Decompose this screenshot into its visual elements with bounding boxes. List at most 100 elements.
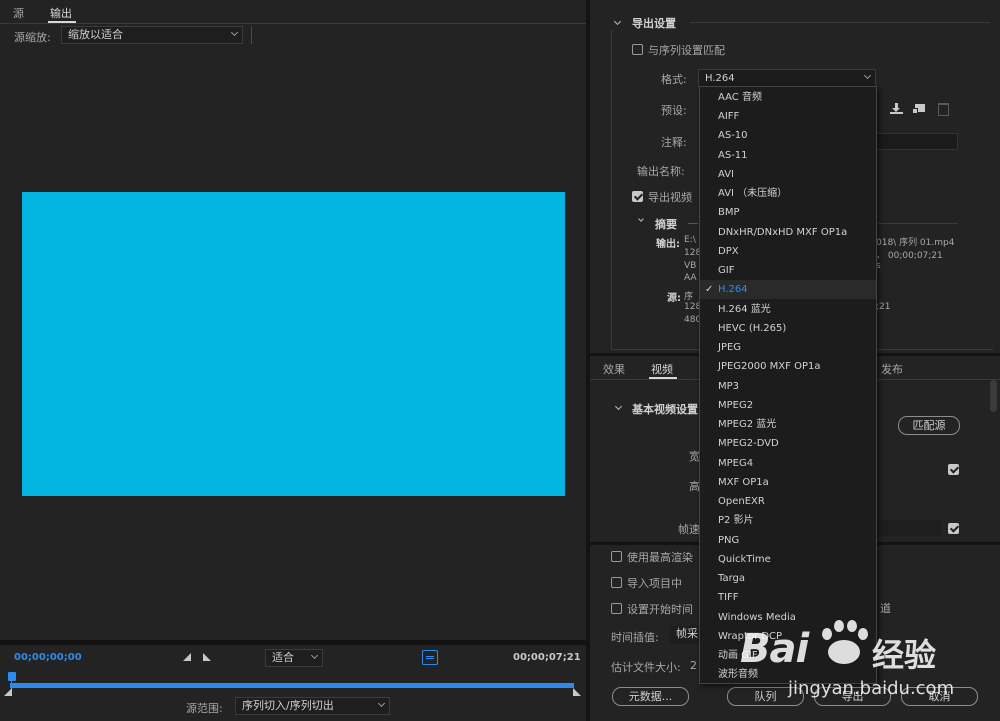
summary-title: 摘要 — [655, 218, 677, 231]
format-menu-item[interactable]: GIF — [700, 261, 876, 280]
timecode-end: 00;00;07;21 — [513, 652, 581, 663]
save-preset-icon[interactable] — [890, 103, 903, 115]
time-interp-dropdown[interactable]: 帧采 — [670, 626, 700, 644]
summary-output-label: 输出: — [656, 239, 680, 250]
max-render-label: 使用最高渲染 — [627, 551, 693, 564]
set-out-point-icon[interactable] — [203, 653, 211, 661]
summary-output-line: AA — [684, 273, 697, 283]
format-menu-item[interactable]: TIFF — [700, 588, 876, 607]
format-menu-item[interactable]: MP3 — [700, 377, 876, 396]
summary-source-label: 源: — [667, 293, 681, 304]
source-scale-label: 源缩放: — [14, 31, 51, 44]
summary-output-line: VB — [684, 261, 697, 271]
section-divider — [690, 22, 990, 23]
format-menu-item[interactable]: QuickTime — [700, 550, 876, 569]
file-size-label: 估计文件大小: — [611, 661, 681, 674]
set-start-time-checkbox[interactable] — [611, 603, 622, 614]
summary-source-line: 序 — [684, 292, 694, 302]
format-menu-item[interactable]: AIFF — [700, 107, 876, 126]
file-size-value: 2 — [690, 659, 697, 672]
export-video-label: 导出视频 — [648, 191, 692, 204]
max-render-checkbox[interactable] — [611, 551, 622, 562]
width-checkbox[interactable] — [948, 464, 959, 475]
match-sequence-checkbox[interactable] — [632, 44, 643, 55]
format-menu-item[interactable]: JPEG2000 MXF OP1a — [700, 357, 876, 376]
tab-video[interactable]: 视频 — [651, 361, 673, 377]
comments-label: 注释: — [661, 136, 687, 149]
tab-source[interactable]: 源 — [13, 5, 24, 21]
delete-preset-icon[interactable] — [938, 103, 949, 116]
output-preview — [22, 192, 565, 496]
format-menu-item[interactable]: AAC 音频 — [700, 88, 876, 107]
set-start-time-label: 设置开始时间 — [627, 603, 693, 616]
output-name-label: 输出名称: — [637, 165, 685, 178]
format-menu-item[interactable]: JPEG — [700, 338, 876, 357]
import-project-checkbox[interactable] — [611, 577, 622, 588]
format-menu: AAC 音频 AIFF AS-10 AS-11 AVI AVI （未压缩） BM… — [699, 86, 877, 684]
watermark: Bai 经验 jingyan.baidu.com — [740, 612, 990, 712]
format-dropdown[interactable]: H.264 — [698, 69, 876, 87]
frame-rate-dropdown[interactable] — [876, 520, 942, 536]
set-in-point-icon[interactable] — [183, 653, 191, 661]
format-menu-item[interactable]: MXF OP1a — [700, 473, 876, 492]
timecode-start[interactable]: 00;00;00;00 — [14, 652, 82, 663]
tab-publish[interactable]: 发布 — [881, 361, 903, 377]
format-menu-item[interactable]: AS-11 — [700, 146, 876, 165]
format-menu-item[interactable]: AVI — [700, 165, 876, 184]
time-interp-label: 时间插值: — [611, 631, 659, 644]
format-menu-item[interactable]: H.264 蓝光 — [700, 300, 876, 319]
format-menu-item[interactable]: MPEG2-DVD — [700, 434, 876, 453]
format-menu-item[interactable]: DPX — [700, 242, 876, 261]
metadata-button[interactable]: 元数据... — [612, 687, 689, 706]
format-menu-item[interactable]: AVI （未压缩） — [700, 184, 876, 203]
source-scale-value: 缩放以适合 — [68, 28, 123, 41]
source-range-label: 源范围: — [186, 702, 223, 715]
format-menu-item[interactable]: MPEG4 — [700, 454, 876, 473]
format-menu-item-label: H.264 — [718, 284, 748, 295]
summary-output-line: ， 00;00;07;21 — [876, 251, 943, 261]
export-settings-title: 导出设置 — [632, 17, 676, 30]
chevron-down-icon — [230, 28, 239, 37]
format-menu-item[interactable]: MPEG2 蓝光 — [700, 415, 876, 434]
watermark-url: jingyan.baidu.com — [788, 678, 955, 699]
format-menu-item[interactable]: P2 影片 — [700, 511, 876, 530]
format-menu-item-selected[interactable]: ✓ H.264 — [700, 280, 876, 300]
format-menu-item[interactable]: DNxHR/DNxHD MXF OP1a — [700, 223, 876, 242]
format-menu-item[interactable]: OpenEXR — [700, 492, 876, 511]
chevron-down-icon — [863, 71, 872, 80]
format-menu-item[interactable]: MPEG2 — [700, 396, 876, 415]
tab-output[interactable]: 输出 — [50, 5, 72, 21]
settings-scrollbar[interactable] — [990, 380, 997, 412]
tab-effects[interactable]: 效果 — [603, 361, 625, 377]
source-range-dropdown[interactable]: 序列切入/序列切出 — [235, 697, 390, 715]
aspect-ratio-icon[interactable] — [422, 650, 438, 665]
summary-divider — [688, 223, 698, 224]
source-range-value: 序列切入/序列切出 — [242, 699, 334, 712]
tabs-divider — [0, 23, 586, 24]
frame-rate-checkbox[interactable] — [948, 523, 959, 534]
summary-source-line: ;21 — [876, 302, 891, 312]
watermark-brand: Bai — [740, 626, 809, 672]
playhead-handle[interactable] — [8, 672, 16, 681]
format-menu-item[interactable]: BMP — [700, 203, 876, 222]
format-menu-item[interactable]: PNG — [700, 531, 876, 550]
match-source-button[interactable]: 匹配源 — [898, 416, 960, 435]
format-menu-item[interactable]: AS-10 — [700, 126, 876, 145]
format-label: 格式: — [661, 73, 687, 86]
summary-output-line: E:\ — [684, 235, 696, 245]
source-scale-dropdown[interactable]: 缩放以适合 — [61, 26, 243, 44]
timeline-track[interactable] — [10, 683, 574, 688]
comments-input[interactable] — [868, 133, 958, 150]
in-marker-icon[interactable] — [4, 688, 12, 696]
import-preset-icon[interactable] — [912, 103, 926, 115]
chevron-down-icon — [310, 651, 319, 660]
format-menu-item[interactable]: Targa — [700, 569, 876, 588]
toolbar-separator — [251, 26, 252, 44]
format-menu-item[interactable]: HEVC (H.265) — [700, 319, 876, 338]
frame-rate-label: 帧速 — [678, 523, 700, 536]
export-video-checkbox[interactable] — [632, 191, 643, 202]
out-marker-icon[interactable] — [573, 688, 581, 696]
chevron-down-icon — [377, 699, 386, 708]
zoom-dropdown[interactable]: 适合 — [265, 649, 323, 667]
video-settings-title: 基本视频设置 — [632, 403, 698, 416]
